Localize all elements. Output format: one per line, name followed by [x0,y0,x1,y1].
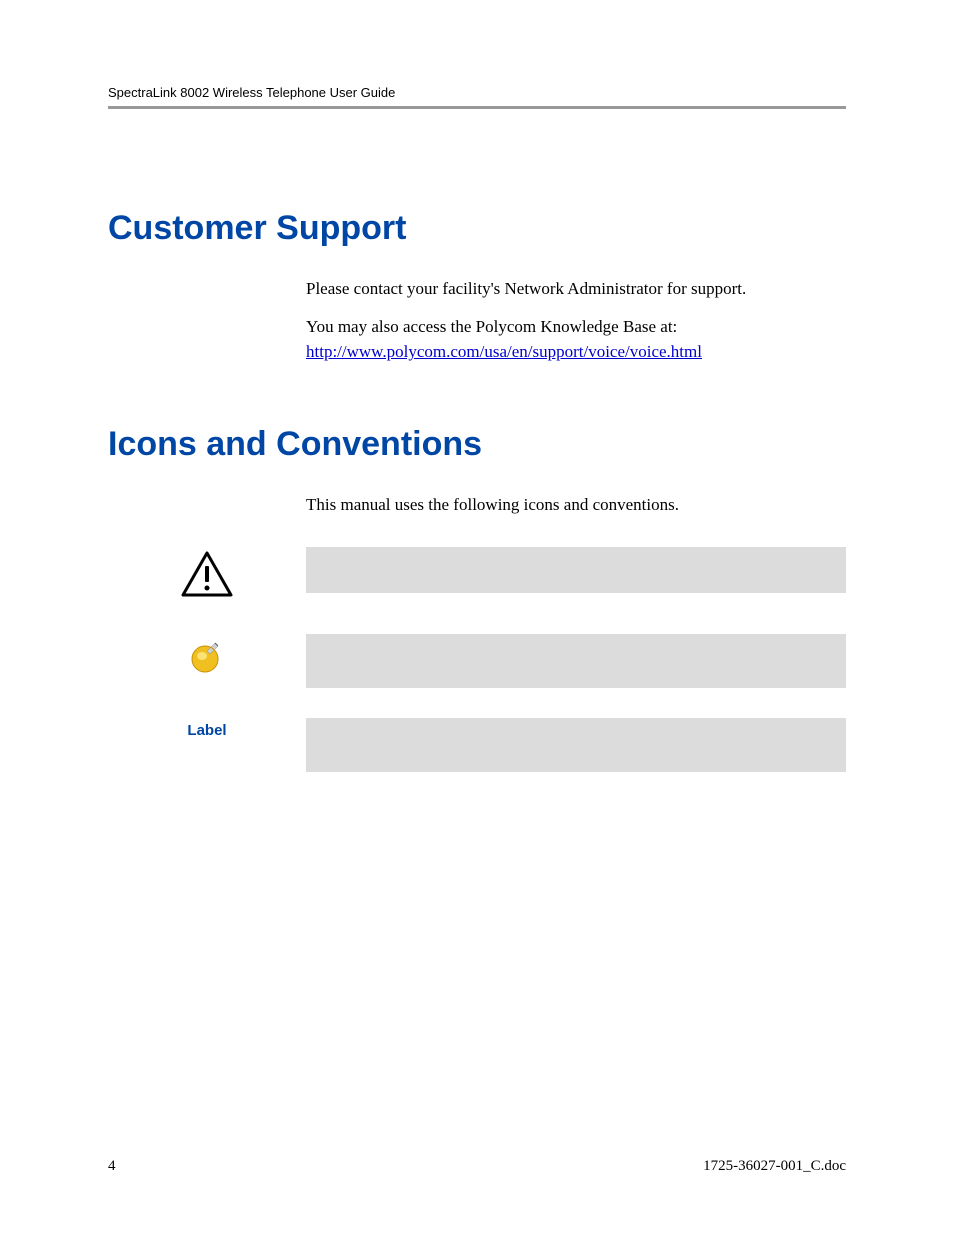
icon-cell [108,547,306,604]
convention-row-note [108,634,846,688]
warning-triangle-icon [181,551,233,604]
doc-filename: 1725-36027-001_C.doc [703,1158,846,1175]
header-rule [108,106,846,109]
convention-row-label: Label [108,718,846,772]
paragraph-knowledge-base: You may also access the Polycom Knowledg… [306,314,846,365]
description-placeholder-label [306,718,846,772]
kb-link[interactable]: http://www.polycom.com/usa/en/support/vo… [306,342,702,361]
running-header: SpectraLink 8002 Wireless Telephone User… [108,85,846,100]
icon-cell: Label [108,718,306,739]
pushpin-note-icon [188,638,226,676]
page-footer: 4 1725-36027-001_C.doc [108,1158,846,1175]
label-heading: Label [187,722,226,739]
kb-prefix: You may also access the Polycom Knowledg… [306,317,677,336]
convention-row-warning [108,547,846,604]
paragraph-contact: Please contact your facility's Network A… [306,276,846,302]
description-placeholder-warning [306,547,846,593]
page-number: 4 [108,1158,116,1175]
icon-cell [108,634,306,676]
paragraph-intro: This manual uses the following icons and… [306,492,846,518]
document-page: SpectraLink 8002 Wireless Telephone User… [0,0,954,1235]
section-title-customer-support: Customer Support [108,209,846,248]
section-title-icons-conventions: Icons and Conventions [108,425,846,464]
description-placeholder-note [306,634,846,688]
